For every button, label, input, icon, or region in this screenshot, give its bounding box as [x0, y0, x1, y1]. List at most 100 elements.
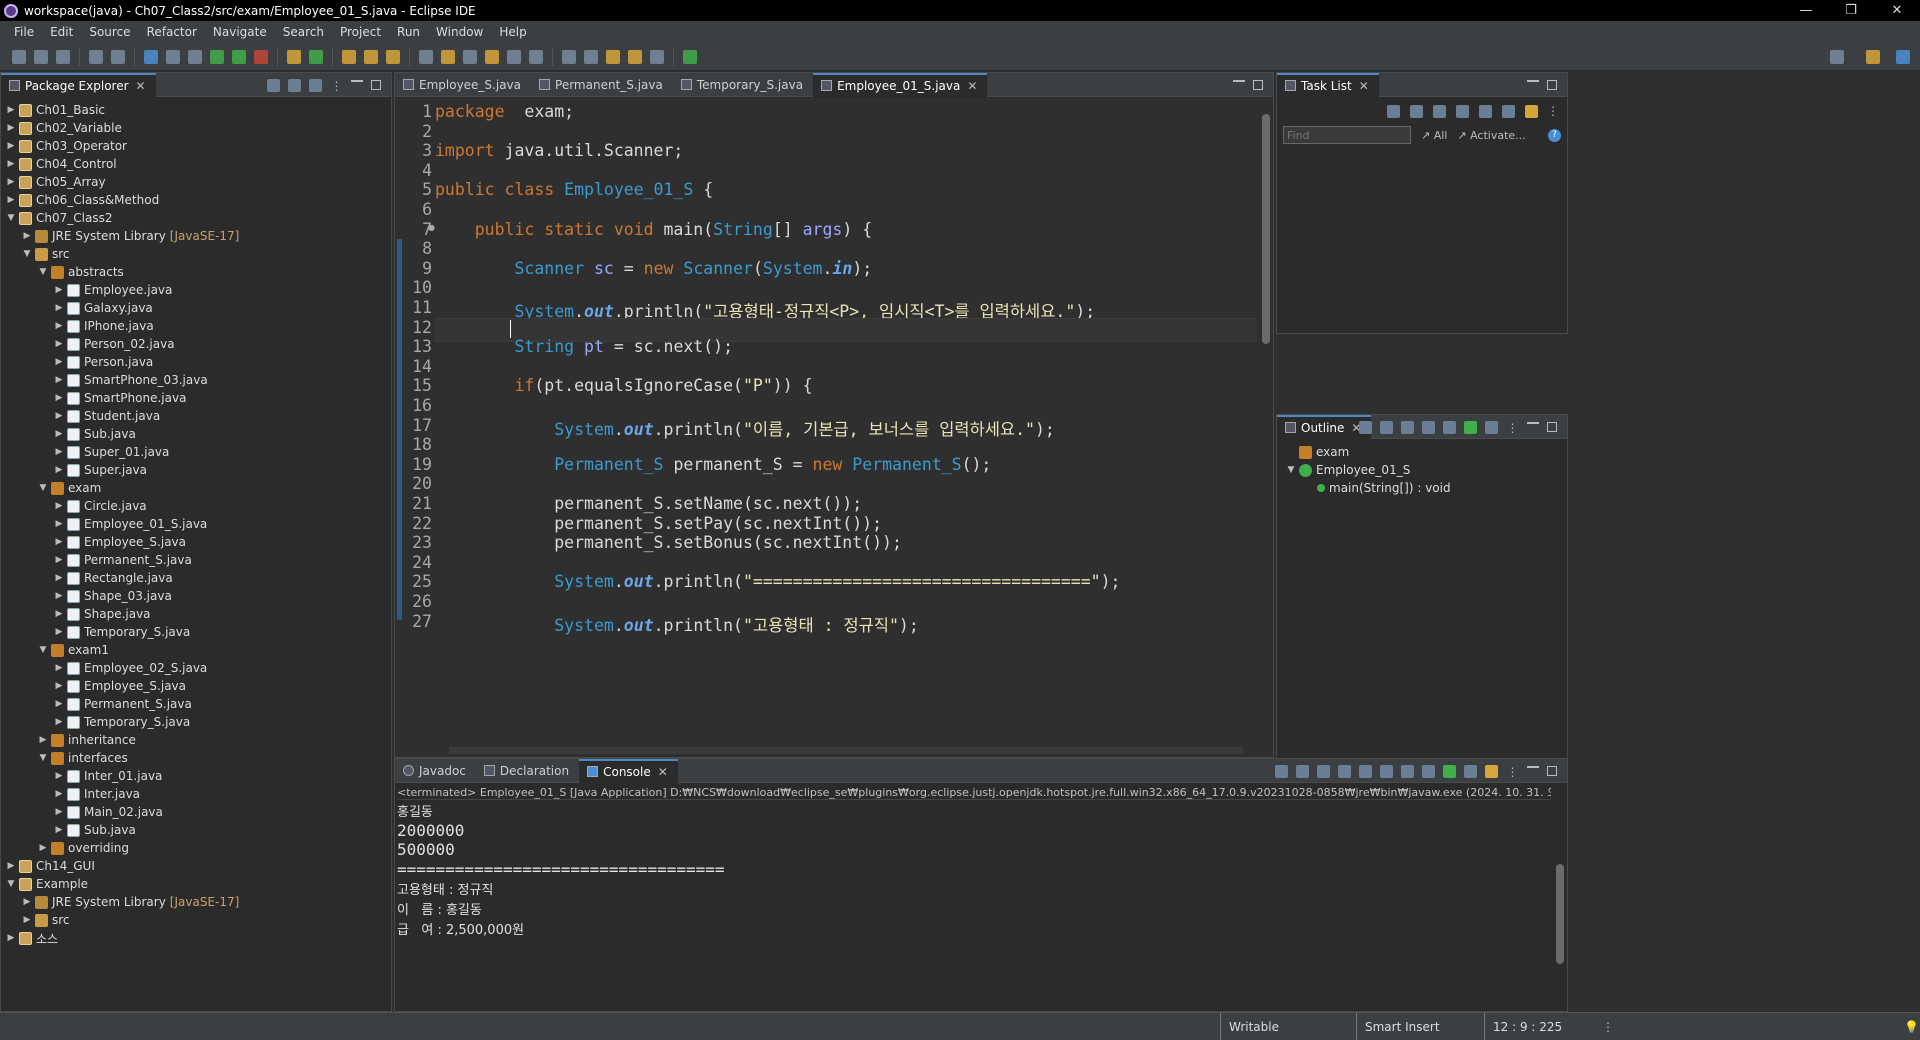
link-with-editor-icon[interactable]: [288, 78, 301, 92]
open-perspective-icon[interactable]: [1866, 50, 1880, 64]
scroll-lock-icon[interactable]: [1359, 764, 1372, 778]
tree-item[interactable]: ▶ Person.java: [53, 353, 154, 371]
hide-local-types-icon[interactable]: [1464, 420, 1477, 434]
chevron-down-icon[interactable]: ▼: [5, 879, 17, 889]
view-menu-icon[interactable]: ⋮: [1506, 765, 1519, 779]
minimize-icon[interactable]: [1527, 422, 1539, 432]
editor-horizontal-scrollbar[interactable]: [435, 743, 1257, 757]
tab-temporary-s[interactable]: Temporary_S.java: [673, 73, 813, 97]
menu-file[interactable]: File: [6, 25, 42, 39]
debug-icon[interactable]: [188, 49, 202, 64]
maximize-icon[interactable]: [1547, 766, 1557, 776]
chevron-right-icon[interactable]: ▶: [53, 411, 65, 421]
chevron-down-icon[interactable]: ▼: [37, 267, 49, 277]
tab-javadoc[interactable]: Javadoc: [395, 759, 476, 783]
sync-icon[interactable]: [1479, 104, 1492, 118]
tree-item[interactable]: ▶ Student.java: [53, 407, 161, 425]
back-icon[interactable]: [628, 49, 642, 64]
run-icon[interactable]: [210, 49, 224, 64]
external-tools-icon[interactable]: [254, 49, 268, 64]
lightbulb-icon[interactable]: 💡: [1896, 1013, 1919, 1040]
chevron-right-icon[interactable]: ▶: [53, 591, 65, 601]
chevron-right-icon[interactable]: ▶: [53, 465, 65, 475]
new-java-project-icon[interactable]: [287, 49, 301, 64]
tree-item[interactable]: ▶ Ch05_Array: [5, 173, 106, 191]
console-vertical-scrollbar[interactable]: [1553, 800, 1567, 997]
chevron-right-icon[interactable]: ▶: [5, 861, 17, 871]
chevron-right-icon[interactable]: ▶: [53, 609, 65, 619]
chevron-right-icon[interactable]: ▶: [53, 789, 65, 799]
tree-item[interactable]: ▶ Inter.java: [53, 785, 141, 803]
tree-item[interactable]: ▶ Permanent_S.java: [53, 695, 192, 713]
status-insert-mode[interactable]: Smart Insert: [1356, 1013, 1484, 1040]
close-icon[interactable]: ✕: [658, 765, 668, 779]
chevron-right-icon[interactable]: ▶: [53, 825, 65, 835]
chevron-right-icon[interactable]: ▶: [53, 699, 65, 709]
chevron-right-icon[interactable]: ▶: [5, 933, 17, 943]
tree-item[interactable]: ▶ Employee.java: [53, 281, 173, 299]
tree-item[interactable]: ▶ Inter_01.java: [53, 767, 163, 785]
chevron-right-icon[interactable]: ▶: [37, 843, 49, 853]
tree-item[interactable]: ▶ Sub.java: [53, 821, 136, 839]
chevron-right-icon[interactable]: ▶: [21, 231, 33, 241]
tree-item[interactable]: ▶ Circle.java: [53, 497, 147, 515]
chevron-right-icon[interactable]: ▶: [5, 141, 17, 151]
scrollbar-thumb[interactable]: [1262, 114, 1270, 344]
tree-item[interactable]: ▶ Employee_S.java: [53, 533, 186, 551]
tab-employee-s[interactable]: Employee_S.java: [395, 73, 531, 97]
tab-package-explorer[interactable]: Package Explorer ✕: [1, 72, 156, 97]
last-edit-icon[interactable]: [606, 49, 620, 64]
tree-item[interactable]: ▶ SmartPhone.java: [53, 389, 187, 407]
chevron-right-icon[interactable]: ▶: [5, 195, 17, 205]
status-menu-icon[interactable]: ⋮: [1594, 1013, 1614, 1040]
tab-console[interactable]: Console ✕: [579, 758, 678, 783]
tree-item[interactable]: ▶ Ch04_Control: [5, 155, 117, 173]
chevron-right-icon[interactable]: ▶: [53, 393, 65, 403]
tree-item[interactable]: ▼ src: [21, 245, 70, 263]
tree-item[interactable]: ▶ Temporary_S.java: [53, 713, 191, 731]
undo-icon[interactable]: [89, 49, 103, 64]
menu-refactor[interactable]: Refactor: [139, 25, 205, 39]
minimize-icon[interactable]: [351, 80, 363, 90]
tree-item[interactable]: ▶ Ch06_Class&Method: [5, 191, 160, 209]
remove-launch-icon[interactable]: [1296, 764, 1309, 778]
word-wrap-icon[interactable]: [507, 49, 521, 64]
tree-item[interactable]: ▶ 소스: [5, 929, 58, 947]
tab-employee-01-s[interactable]: Employee_01_S.java ✕: [813, 72, 988, 97]
chevron-down-icon[interactable]: ▼: [21, 249, 33, 259]
chevron-right-icon[interactable]: ▶: [53, 285, 65, 295]
chevron-down-icon[interactable]: ▼: [5, 213, 17, 223]
outline-item-method[interactable]: main(String[]) : void: [1315, 479, 1451, 497]
minimize-icon[interactable]: [1527, 766, 1539, 776]
tree-item[interactable]: ▶ Shape_03.java: [53, 587, 172, 605]
tree-item[interactable]: ▼ exam1: [37, 641, 109, 659]
chevron-right-icon[interactable]: ▶: [53, 537, 65, 547]
chevron-right-icon[interactable]: ▶: [53, 681, 65, 691]
chevron-right-icon[interactable]: ▶: [21, 915, 33, 925]
close-icon[interactable]: ✕: [967, 79, 977, 93]
toggle-mark-occurrences-icon[interactable]: [419, 49, 433, 64]
menu-search[interactable]: Search: [275, 25, 332, 39]
status-cursor-position[interactable]: 12 : 9 : 225: [1484, 1013, 1594, 1040]
minimize-icon[interactable]: [1527, 80, 1539, 90]
chevron-right-icon[interactable]: ▶: [5, 105, 17, 115]
coverage-icon[interactable]: [232, 49, 246, 64]
tree-item[interactable]: ▶ Ch14_GUI: [5, 857, 95, 875]
tree-item[interactable]: ▼ Ch07_Class2: [5, 209, 113, 227]
minimize-button[interactable]: —: [1783, 0, 1829, 21]
scrollbar-track[interactable]: [449, 747, 1243, 754]
search-tool-icon[interactable]: [386, 49, 400, 64]
show-whitespace-icon[interactable]: [463, 49, 477, 64]
open-console-icon[interactable]: [1485, 764, 1498, 778]
search-icon[interactable]: [1830, 50, 1844, 64]
editor-vertical-scrollbar[interactable]: [1259, 98, 1273, 743]
pin-console-icon[interactable]: [1443, 764, 1456, 778]
maximize-icon[interactable]: [1547, 80, 1557, 90]
redo-icon[interactable]: [111, 49, 125, 64]
tree-item[interactable]: ▶ Galaxy.java: [53, 299, 153, 317]
tree-item[interactable]: ▼ abstracts: [37, 263, 124, 281]
maximize-icon[interactable]: [371, 80, 381, 90]
view-menu-icon[interactable]: ⋮: [330, 79, 343, 93]
chevron-right-icon[interactable]: ▶: [5, 123, 17, 133]
word-wrap-icon[interactable]: [1380, 764, 1393, 778]
